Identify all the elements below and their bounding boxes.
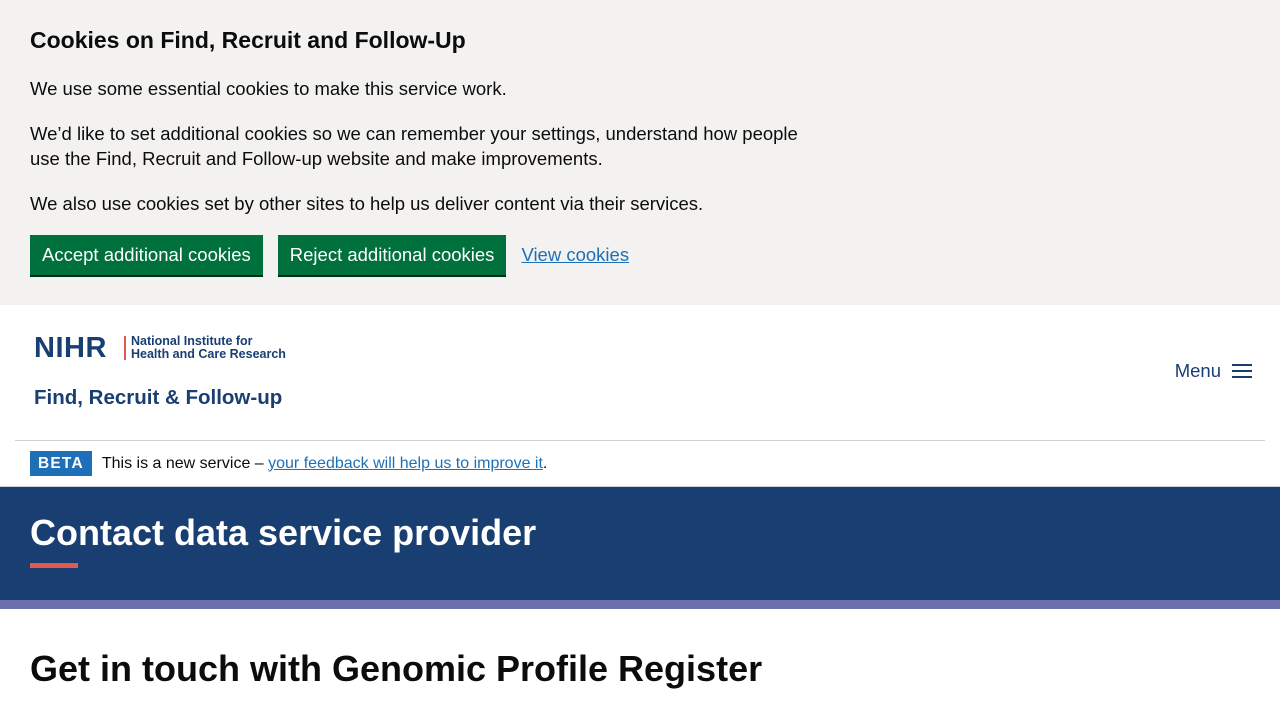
phase-banner-text-before: This is a new service – bbox=[101, 454, 269, 472]
page-hero: Contact data service provider bbox=[0, 487, 1280, 600]
header-divider bbox=[15, 440, 1265, 441]
accept-cookies-button[interactable]: Accept additional cookies bbox=[30, 235, 263, 275]
title-accent-bar bbox=[30, 563, 78, 568]
logo-org-line-1: National Institute for bbox=[131, 334, 253, 348]
site-header: NIHR National Institute for Health and C… bbox=[0, 305, 1280, 440]
hero-bottom-stripe bbox=[0, 600, 1280, 609]
logo-org-line-2: Health and Care Research bbox=[131, 347, 286, 361]
hamburger-icon bbox=[1232, 363, 1252, 379]
menu-label: Menu bbox=[1174, 360, 1221, 381]
menu-button[interactable]: Menu bbox=[1175, 360, 1252, 382]
phase-banner: BETA This is a new service – your feedba… bbox=[30, 451, 547, 476]
logo-divider bbox=[124, 336, 126, 360]
cookie-banner-title: Cookies on Find, Recruit and Follow-Up bbox=[30, 27, 466, 53]
contact-heading: Get in touch with Genomic Profile Regist… bbox=[30, 648, 763, 689]
phase-banner-text-after: . bbox=[542, 454, 548, 472]
nihr-logo-link[interactable]: NIHR National Institute for Health and C… bbox=[34, 332, 286, 413]
cookie-banner-paragraph-third-party: We also use cookies set by other sites t… bbox=[30, 193, 704, 214]
cookie-banner-paragraph-additional: We’d like to set additional cookies so w… bbox=[30, 123, 798, 169]
cookie-banner-paragraph-essential: We use some essential cookies to make th… bbox=[30, 78, 507, 99]
beta-tag: BETA bbox=[30, 451, 92, 476]
logo-nihr-wordmark: NIHR bbox=[34, 332, 107, 364]
feedback-link[interactable]: your feedback will help us to improve it bbox=[268, 455, 543, 472]
phase-banner-text: This is a new service – your feedback wi… bbox=[102, 455, 548, 473]
view-cookies-link[interactable]: View cookies bbox=[521, 244, 629, 266]
cookie-banner-actions: Accept additional cookies Reject additio… bbox=[30, 235, 629, 275]
page-title: Contact data service provider bbox=[30, 512, 537, 553]
logo-service-name: Find, Recruit & Follow-up bbox=[34, 386, 283, 409]
reject-cookies-button[interactable]: Reject additional cookies bbox=[277, 235, 507, 275]
